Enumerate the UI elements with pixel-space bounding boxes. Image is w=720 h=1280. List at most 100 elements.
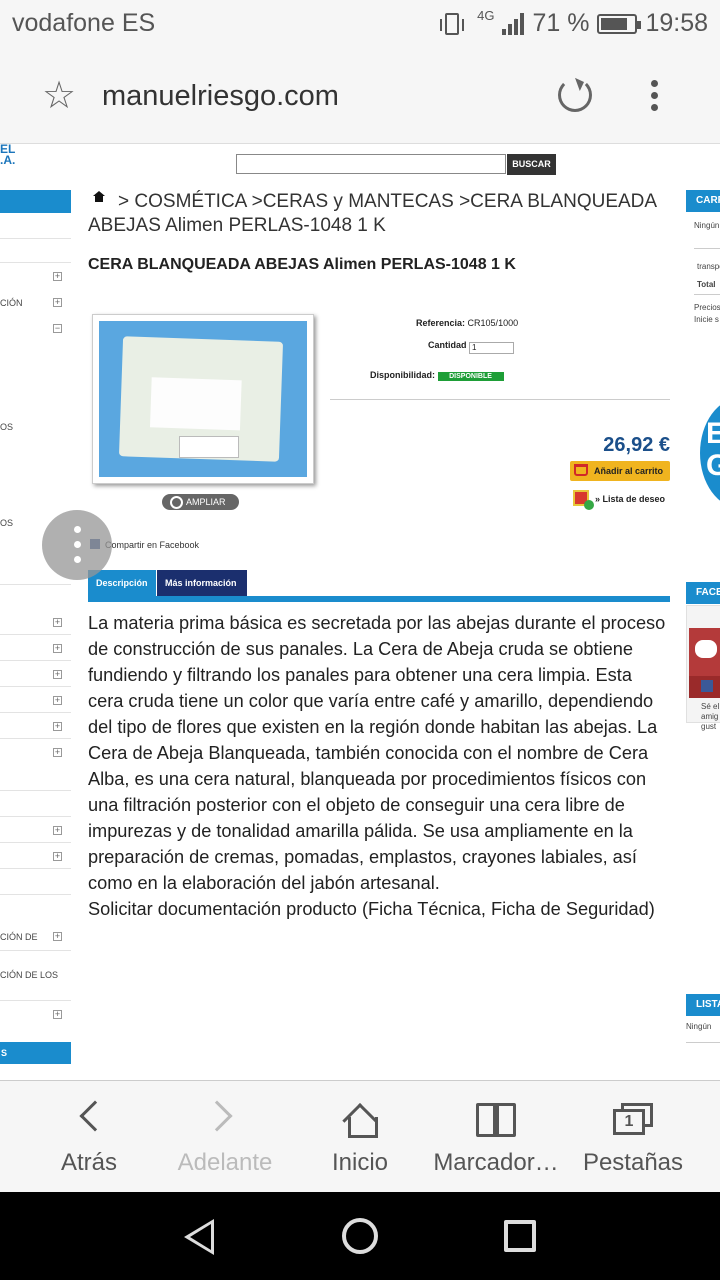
- menu-dot: [74, 526, 81, 533]
- add-to-cart-button[interactable]: Añadir al carrito: [570, 461, 670, 481]
- divider: [0, 238, 71, 239]
- breadcrumb-link[interactable]: COSMÉTICA: [134, 191, 246, 212]
- quantity-label: Cantidad: [428, 340, 467, 350]
- expand-icon[interactable]: +: [53, 618, 62, 627]
- category-link[interactable]: CIÓN: [0, 298, 23, 308]
- wishlist-label: » Lista de deseo: [595, 494, 666, 504]
- cart-icon: [574, 464, 588, 476]
- divider: [330, 399, 670, 400]
- android-home-icon[interactable]: [342, 1218, 378, 1254]
- wishlist-link[interactable]: » Lista de deseo: [573, 490, 666, 510]
- product-image[interactable]: [92, 314, 314, 484]
- forward-arrow-icon: [201, 1100, 233, 1132]
- zoom-button[interactable]: AMPLIAR: [162, 494, 239, 510]
- tab-description[interactable]: Descripción: [88, 570, 156, 596]
- category-link[interactable]: CIÓN DE: [0, 932, 38, 942]
- web-page: EL .A. BUSCAR + CIÓN + − OS OS + + + + +…: [0, 144, 720, 1080]
- expand-icon[interactable]: +: [53, 826, 62, 835]
- battery-percent: 71 %: [532, 9, 590, 37]
- bookmarks-label: Marcador…: [433, 1149, 559, 1176]
- category-link[interactable]: OS: [0, 518, 13, 528]
- tab-count: 1: [613, 1109, 645, 1135]
- breadcrumb-separator: >: [118, 191, 130, 212]
- facebook-page-image: [689, 628, 720, 676]
- cart-widget-header[interactable]: CARRITO: [686, 190, 720, 212]
- shipping-label: transporte: [697, 262, 720, 271]
- tabs-label: Pestañas: [582, 1149, 684, 1176]
- divider: [0, 712, 71, 713]
- search-input[interactable]: [236, 154, 506, 174]
- expand-icon[interactable]: +: [53, 298, 62, 307]
- divider: [0, 738, 71, 739]
- availability-label: Disponibilidad:: [370, 370, 435, 380]
- android-back-icon[interactable]: [184, 1219, 214, 1255]
- expand-icon[interactable]: +: [53, 722, 62, 731]
- divider: [0, 816, 71, 817]
- expand-icon[interactable]: +: [53, 696, 62, 705]
- documentation-link[interactable]: Solicitar documentación producto (Ficha …: [88, 896, 670, 922]
- wishlist-empty-text: Ningún: [686, 1022, 712, 1031]
- browser-toolbar: ☆ manuelriesgo.com: [0, 50, 720, 144]
- expand-icon[interactable]: +: [53, 748, 62, 757]
- right-sidebar: CARRITO Ningún transporte Total Precios …: [686, 190, 720, 1080]
- expand-icon[interactable]: +: [53, 644, 62, 653]
- left-sidebar-footer[interactable]: S: [0, 1042, 71, 1064]
- battery-icon: [597, 13, 642, 34]
- facebook-widget-header: FACEBOOK: [686, 582, 720, 604]
- divider: [0, 894, 71, 895]
- breadcrumb: > COSMÉTICA >CERAS y MANTECAS >CERA BLAN…: [88, 190, 670, 238]
- tab-more-info[interactable]: Más información: [157, 570, 247, 596]
- login-note[interactable]: Inicie s: [694, 315, 719, 324]
- wishlist-widget-header[interactable]: LISTA: [686, 994, 720, 1016]
- availability-row: Disponibilidad: DISPONIBLE: [370, 370, 504, 381]
- total-label: Total: [697, 280, 716, 289]
- tabs-icon: 1: [613, 1103, 653, 1135]
- expand-icon[interactable]: +: [53, 852, 62, 861]
- reload-icon[interactable]: [558, 78, 592, 112]
- android-nav-bar: [0, 1192, 720, 1280]
- tab-underline: [88, 596, 670, 602]
- collapse-icon[interactable]: −: [53, 324, 62, 333]
- facebook-widget[interactable]: Sé el amig gust: [686, 605, 720, 731]
- overflow-menu-icon[interactable]: [651, 80, 659, 116]
- facebook-share-label: Compartir en Facebook: [105, 540, 200, 550]
- fb-text: amig: [701, 712, 719, 721]
- home-button[interactable]: Inicio: [310, 1081, 410, 1193]
- quantity-input[interactable]: 1: [469, 342, 515, 354]
- back-button[interactable]: Atrás: [44, 1081, 134, 1193]
- tabs-button[interactable]: 1 Pestañas: [576, 1081, 690, 1193]
- divider: [694, 294, 720, 295]
- product-photo: [99, 321, 307, 477]
- expand-icon[interactable]: +: [53, 932, 62, 941]
- expand-icon[interactable]: +: [53, 272, 62, 281]
- expand-icon[interactable]: +: [53, 1010, 62, 1019]
- bookmarks-button[interactable]: Marcador…: [428, 1081, 564, 1193]
- promo-badge-letter: E: [706, 417, 720, 450]
- category-link[interactable]: CIÓN DE LOS: [0, 970, 58, 980]
- facebook-icon: [701, 680, 713, 692]
- android-recents-icon[interactable]: [504, 1220, 536, 1252]
- address-bar[interactable]: manuelriesgo.com: [102, 80, 339, 113]
- expand-icon[interactable]: +: [53, 670, 62, 679]
- left-sidebar-header: [0, 190, 71, 213]
- back-arrow-icon: [79, 1100, 111, 1132]
- clock: 19:58: [645, 9, 708, 37]
- carrier-name: vodafone ES: [12, 9, 156, 37]
- divider: [0, 660, 71, 661]
- search-button[interactable]: BUSCAR: [507, 154, 556, 175]
- bookmark-star-icon[interactable]: ☆: [42, 76, 76, 116]
- forward-button[interactable]: Adelante: [170, 1081, 280, 1193]
- facebook-like-bar[interactable]: [689, 676, 720, 698]
- divider: [694, 248, 720, 249]
- site-logo[interactable]: EL .A.: [0, 144, 15, 166]
- floating-menu-button[interactable]: [42, 510, 112, 580]
- home-icon[interactable]: [93, 191, 105, 206]
- breadcrumb-separator: >: [459, 191, 471, 212]
- promo-badge[interactable]: E G: [700, 398, 720, 508]
- gift-icon: [573, 490, 594, 510]
- category-link[interactable]: OS: [0, 422, 13, 432]
- reference-row: Referencia: CR105/1000: [416, 318, 518, 328]
- divider: [0, 790, 71, 791]
- breadcrumb-link[interactable]: CERAS y MANTECAS: [263, 191, 454, 212]
- vibrate-icon: [440, 12, 465, 35]
